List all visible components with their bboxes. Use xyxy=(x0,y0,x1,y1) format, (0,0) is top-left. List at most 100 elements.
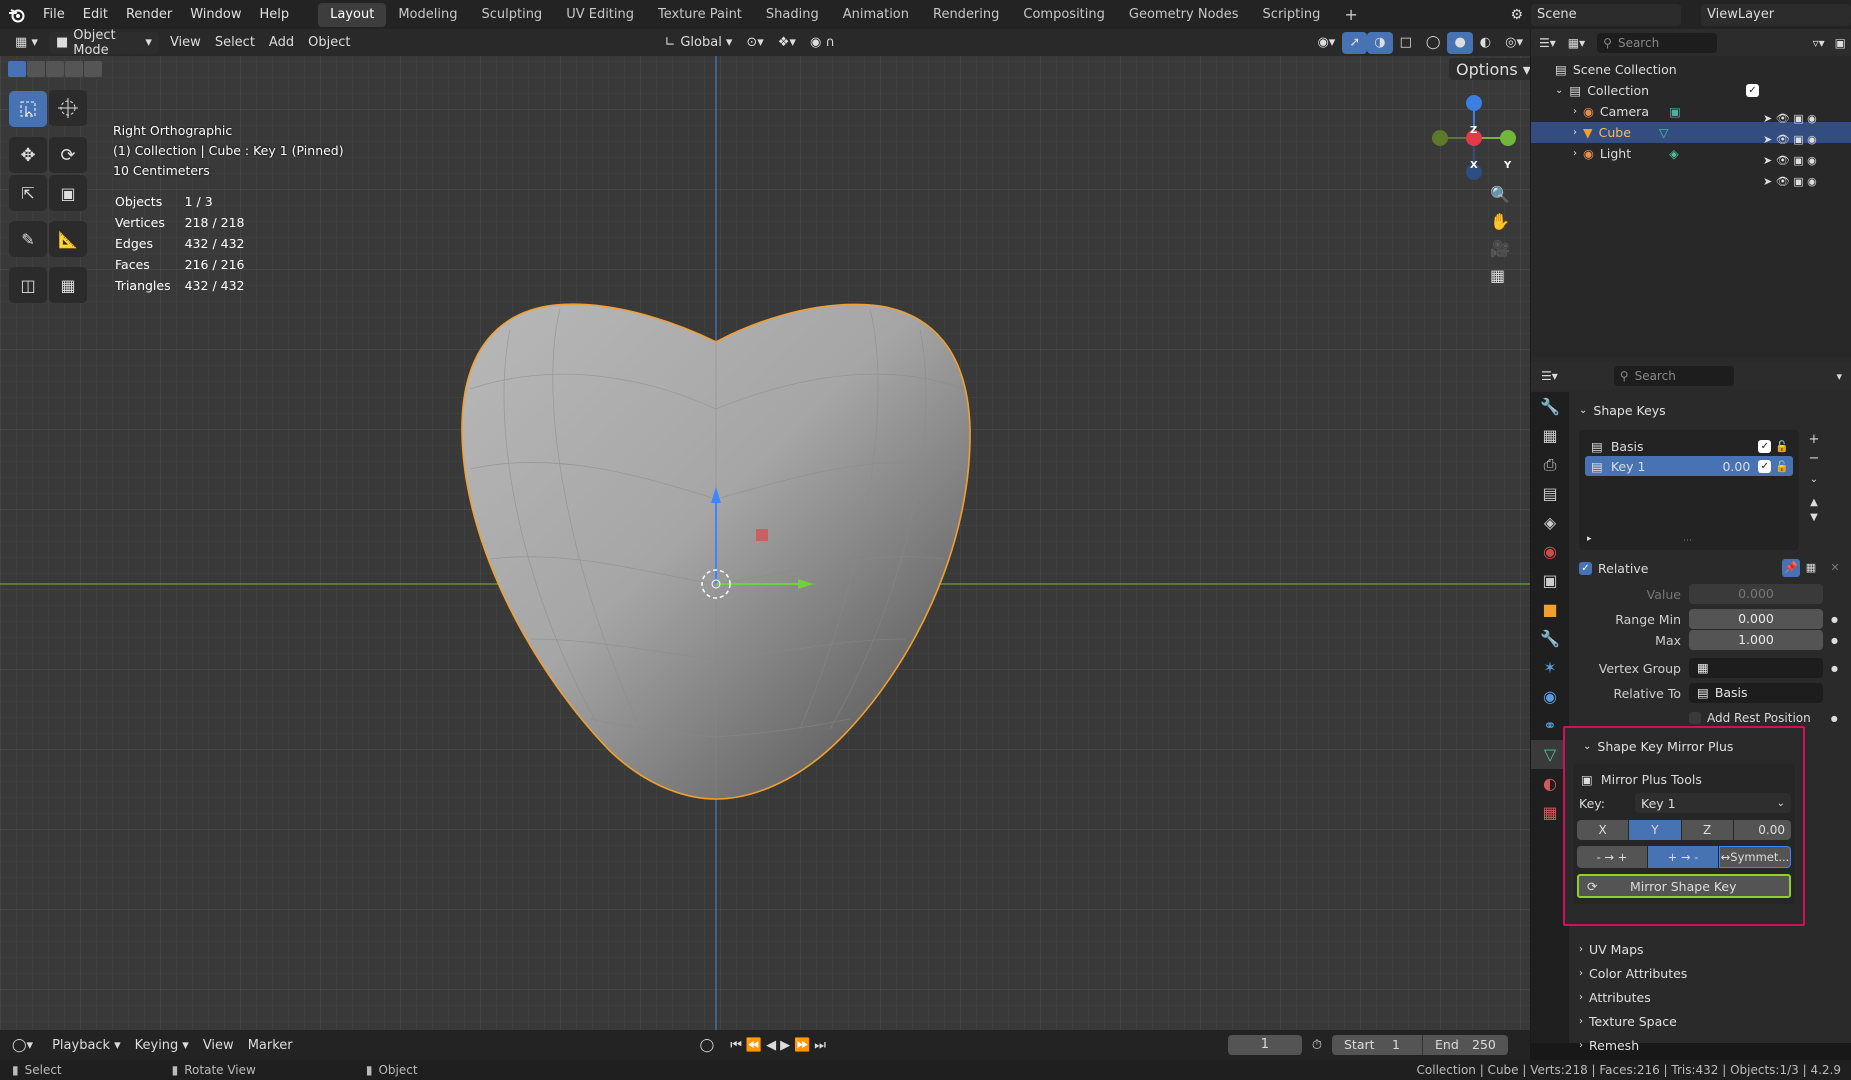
add-cube-tool-icon[interactable]: ◫ xyxy=(9,267,47,303)
select-arrow-icon[interactable]: ➤ xyxy=(1763,112,1772,125)
transform-tool-icon[interactable]: ▣ xyxy=(49,175,87,211)
zoom-icon[interactable]: 🔍 xyxy=(1490,185,1510,204)
attributes-header[interactable]: › Attributes xyxy=(1569,985,1851,1009)
xray-icon[interactable]: □ xyxy=(1393,32,1419,54)
blender-logo-icon[interactable] xyxy=(0,0,34,29)
color-attributes-header[interactable]: › Color Attributes xyxy=(1569,961,1851,985)
keyframe-dot-icon[interactable]: ● xyxy=(1831,636,1838,645)
select-new-icon[interactable] xyxy=(8,61,26,77)
select-arrow-icon[interactable]: ➤ xyxy=(1763,133,1772,146)
output-tab-icon[interactable]: ⎙ xyxy=(1531,450,1569,479)
select-intersect-icon[interactable] xyxy=(84,61,102,77)
tab-geometry-nodes[interactable]: Geometry Nodes xyxy=(1117,3,1251,27)
scale-tool-icon[interactable]: ⇱ xyxy=(9,175,47,211)
mirror-shape-key-button[interactable]: ⟳ Mirror Shape Key xyxy=(1577,874,1791,898)
relative-row[interactable]: ✓ Relative 📌 ▦ ✕ xyxy=(1579,559,1844,577)
shape-keys-header[interactable]: ⌄ Shape Keys xyxy=(1569,398,1851,422)
rendered-shading-icon[interactable]: ◎▾ xyxy=(1498,32,1530,54)
relative-to-field[interactable]: ▤ Basis xyxy=(1689,683,1823,703)
menu-select[interactable]: Select xyxy=(208,32,262,54)
lock-icon[interactable]: 🔓 xyxy=(1775,440,1789,453)
chevron-right-icon[interactable]: › xyxy=(1573,148,1577,159)
render-camera-icon[interactable]: ◉ xyxy=(1807,112,1817,125)
lock-icon[interactable]: 🔓 xyxy=(1775,460,1789,473)
mode-selector[interactable]: ■ Object Mode ▾ xyxy=(48,28,159,58)
outliner-type-icon[interactable]: ☰▾ xyxy=(1539,36,1556,50)
monitor-icon[interactable]: ▣ xyxy=(1793,112,1803,125)
axis-threshold-field[interactable]: 0.00 xyxy=(1733,820,1791,840)
world-tab-icon[interactable]: ◉ xyxy=(1531,537,1569,566)
menu-keying[interactable]: Keying ▾ xyxy=(128,1034,196,1056)
wireframe-shading-icon[interactable]: ◯ xyxy=(1419,32,1448,54)
menu-marker[interactable]: Marker xyxy=(241,1034,300,1056)
object-tab-icon[interactable]: ■ xyxy=(1531,595,1569,624)
timeline-editor-icon[interactable]: ◯▾ xyxy=(12,1038,33,1053)
render-tab-icon[interactable]: ▦ xyxy=(1531,421,1569,450)
clear-weights-icon[interactable]: ✕ xyxy=(1826,559,1844,577)
grid-view-icon[interactable]: ▦ xyxy=(1490,266,1510,285)
keyframe-next-icon[interactable]: ⏩ xyxy=(794,1038,810,1053)
list-expand-icon[interactable]: ▸ xyxy=(1587,534,1592,544)
keyframe-prev-icon[interactable]: ⏪ xyxy=(746,1038,762,1053)
eye-icon[interactable]: 👁 xyxy=(1776,154,1790,167)
axis-x-button[interactable]: X xyxy=(1577,820,1629,840)
remesh-header[interactable]: › Remesh xyxy=(1569,1033,1851,1057)
menu-view[interactable]: View xyxy=(163,32,208,54)
texture-space-header[interactable]: › Texture Space xyxy=(1569,1009,1851,1033)
overlay-toggle-icon[interactable]: ◑ xyxy=(1367,31,1393,54)
axis-y-button[interactable]: Y xyxy=(1629,820,1681,840)
menu-object[interactable]: Object xyxy=(301,32,357,54)
select-mode-icons[interactable] xyxy=(8,61,102,77)
monitor-icon[interactable]: ▣ xyxy=(1793,154,1803,167)
collection-checkbox[interactable]: ✓ xyxy=(1746,84,1759,97)
select-subtract-icon[interactable] xyxy=(46,61,64,77)
display-mode-icon[interactable]: ▦▾ xyxy=(1568,36,1585,50)
menu-add[interactable]: Add xyxy=(262,32,301,54)
start-frame-field[interactable]: 1 xyxy=(1392,1035,1422,1055)
menu-playback[interactable]: Playback ▾ xyxy=(45,1034,128,1056)
options-button[interactable]: Options ▾ xyxy=(1449,58,1538,80)
keyframe-dot-icon[interactable]: ● xyxy=(1831,664,1838,673)
outliner-search[interactable]: ⚲ Search xyxy=(1597,32,1718,53)
direction-pos-to-neg-button[interactable]: + → - xyxy=(1648,846,1718,868)
pan-hand-icon[interactable]: ✋ xyxy=(1490,212,1510,231)
outliner-collection[interactable]: ⌄ ▤ Collection ✓ xyxy=(1531,80,1851,101)
move-down-button[interactable]: ▼ xyxy=(1805,512,1823,523)
mirror-plus-header[interactable]: ⌄ Shape Key Mirror Plus xyxy=(1565,734,1803,758)
gizmo-toggle-icon[interactable]: ➚ xyxy=(1342,31,1368,54)
add-shape-key-button[interactable]: + xyxy=(1805,432,1823,447)
solid-shading-icon[interactable]: ● xyxy=(1447,31,1473,54)
move-tool-icon[interactable]: ✥ xyxy=(9,137,47,173)
tab-sculpting[interactable]: Sculpting xyxy=(469,3,554,27)
measure-tool-icon[interactable]: 📐 xyxy=(49,221,87,257)
menu-render[interactable]: Render xyxy=(117,0,181,29)
chevron-right-icon[interactable]: › xyxy=(1573,127,1577,138)
relative-checkbox[interactable]: ✓ xyxy=(1579,561,1592,575)
stopwatch-icon[interactable]: ⏱ xyxy=(1312,1038,1322,1053)
move-up-button[interactable]: ▲ xyxy=(1805,497,1823,508)
tab-compositing[interactable]: Compositing xyxy=(1011,3,1117,27)
particles-tab-icon[interactable]: ✶ xyxy=(1531,653,1569,682)
viewlayer-selector[interactable]: ViewLayer xyxy=(1701,3,1851,26)
outliner-scene-collection[interactable]: ▤ Scene Collection xyxy=(1531,59,1851,80)
current-frame-field[interactable]: 1 xyxy=(1227,1035,1302,1055)
tab-shading[interactable]: Shading xyxy=(754,3,831,27)
menu-timeline-view[interactable]: View xyxy=(196,1034,241,1056)
tab-layout[interactable]: Layout xyxy=(318,2,387,27)
list-resize-handle-icon[interactable]: ⋯ xyxy=(1683,536,1692,546)
new-collection-icon[interactable]: ▣ xyxy=(1835,36,1846,50)
select-extend-icon[interactable] xyxy=(27,61,45,77)
tab-uv-editing[interactable]: UV Editing xyxy=(554,3,646,27)
symmetrize-button[interactable]: ↔Symmet... xyxy=(1719,846,1791,868)
scene-selector-icon[interactable]: ⚙ xyxy=(1510,7,1523,23)
proportional-edit-icon[interactable]: ◉ ∩ xyxy=(803,32,842,54)
play-icon[interactable]: ▶ xyxy=(780,1038,790,1053)
add-workspace-icon[interactable]: + xyxy=(1332,3,1369,27)
shape-key-mute-checkbox[interactable]: ✓ xyxy=(1758,439,1772,453)
chevron-right-icon[interactable]: › xyxy=(1573,106,1577,117)
uv-maps-header[interactable]: › UV Maps xyxy=(1569,937,1851,961)
editor-type-icon[interactable]: ▦ ▾ xyxy=(8,32,45,54)
orientation-selector[interactable]: ∟ Global ▾ xyxy=(657,32,739,54)
key-dropdown[interactable]: Key 1 ⌄ xyxy=(1635,793,1791,813)
tool-tab-icon[interactable]: 🔧 xyxy=(1531,392,1569,421)
